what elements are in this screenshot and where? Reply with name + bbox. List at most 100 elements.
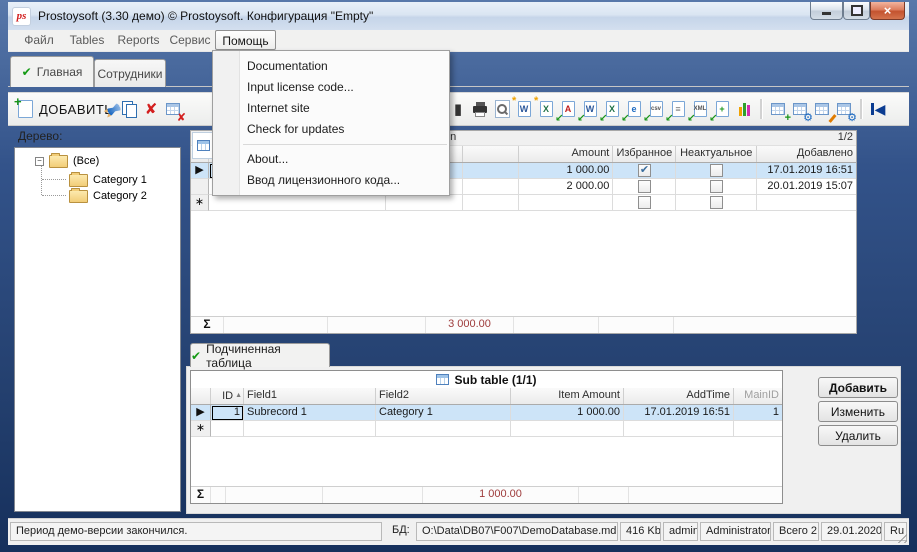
new-row[interactable]: ∗	[191, 421, 782, 437]
export-word-icon[interactable]: W↙	[581, 98, 599, 120]
table-config-icon[interactable]: ⚙	[835, 98, 853, 120]
first-record-icon[interactable]: ◀	[869, 98, 887, 120]
tree-node-root[interactable]: − (Все)	[35, 153, 99, 169]
header-addtime[interactable]: AddTime	[624, 388, 734, 404]
header-hidden-col3[interactable]	[463, 146, 519, 162]
menu-service[interactable]: Сервис	[165, 30, 215, 50]
menu-item-license-code-ru[interactable]: Ввод лицензионного кода...	[213, 170, 449, 191]
menu-tables[interactable]: Tables	[62, 30, 112, 50]
menu-item-documentation[interactable]: Documentation	[213, 56, 449, 77]
export-excel-icon[interactable]: X↙	[603, 98, 621, 120]
cell-favorite[interactable]	[613, 163, 676, 179]
cell-mainid[interactable]: 1	[734, 405, 782, 421]
cell-item-amount[interactable]: 1 000.00	[511, 405, 624, 421]
row-selector-cell[interactable]: ▶	[191, 163, 209, 179]
table-settings-icon[interactable]: ⚙	[791, 98, 809, 120]
header-favorite[interactable]: Избранное	[613, 146, 676, 162]
menu-help[interactable]: Помощь	[215, 30, 276, 50]
edit-table-icon[interactable]	[813, 98, 831, 120]
cell-field2[interactable]	[376, 421, 511, 437]
cell-added[interactable]	[757, 195, 856, 211]
export-csv-icon[interactable]: csv↙	[647, 98, 665, 120]
delete-table-icon[interactable]: ✘	[164, 98, 182, 120]
row-selector-cell[interactable]	[191, 179, 209, 195]
header-inactive[interactable]: Неактуальное	[676, 146, 757, 162]
favorite-checkbox[interactable]	[638, 180, 651, 193]
delete-record-icon[interactable]: ✘	[142, 98, 160, 120]
card-view-button[interactable]	[192, 132, 214, 159]
export-xml-icon[interactable]: XML↙	[691, 98, 709, 120]
tree-expander-icon[interactable]: −	[35, 157, 44, 166]
cell-inactive[interactable]	[676, 195, 757, 211]
cell-inactive[interactable]	[676, 179, 757, 195]
print-icon[interactable]	[471, 98, 489, 120]
inactive-checkbox[interactable]	[710, 164, 723, 177]
add-record-button[interactable]: ДОБАВИТЬ	[18, 96, 113, 122]
word-template-icon[interactable]: W*	[515, 98, 533, 120]
header-item-amount[interactable]: Item Amount	[511, 388, 624, 404]
export-html-icon[interactable]: e↙	[625, 98, 643, 120]
cell-item-amount[interactable]	[511, 421, 624, 437]
cell-field1[interactable]	[244, 421, 376, 437]
row-selector-cell[interactable]: ▶	[191, 405, 211, 421]
sub-edit-button[interactable]: Изменить	[818, 401, 898, 422]
close-button[interactable]: ×	[870, 2, 905, 20]
cell-addtime[interactable]: 17.01.2019 16:51	[624, 405, 734, 421]
new-row-selector[interactable]: ∗	[191, 421, 211, 437]
cell-field2[interactable]: Category 1	[376, 405, 511, 421]
export-pdf-icon[interactable]: A↙	[559, 98, 577, 120]
header-mainid[interactable]: MainID	[734, 388, 782, 404]
new-row[interactable]: ∗	[191, 195, 856, 211]
excel-template-icon[interactable]: X*	[537, 98, 555, 120]
category-tree[interactable]: − (Все) Category 1 Category 2	[14, 147, 181, 512]
add-table-icon[interactable]: +	[769, 98, 787, 120]
menu-item-input-license-code[interactable]: Input license code...	[213, 77, 449, 98]
sub-delete-button[interactable]: Удалить	[818, 425, 898, 446]
cell-id[interactable]	[211, 421, 244, 437]
cell-amount[interactable]: 1 000.00	[519, 163, 614, 179]
favorite-checkbox[interactable]	[638, 196, 651, 209]
tab-main[interactable]: ✔ Главная	[10, 56, 94, 87]
title-bar[interactable]: ps Prostoysoft (3.30 демо) © Prostoysoft…	[8, 2, 909, 30]
copy-record-icon[interactable]	[120, 98, 138, 120]
cell-hidden3[interactable]	[463, 179, 519, 195]
stamp-icon[interactable]: ▮	[449, 98, 467, 120]
cell-hidden3[interactable]	[463, 163, 519, 179]
cell-mainid[interactable]	[734, 421, 782, 437]
export-text-icon[interactable]: ≡↙	[669, 98, 687, 120]
menu-file[interactable]: Файл	[16, 30, 62, 50]
append-export-icon[interactable]: +↙	[713, 98, 731, 120]
menu-item-check-for-updates[interactable]: Check for updates	[213, 119, 449, 140]
menu-item-internet-site[interactable]: Internet site	[213, 98, 449, 119]
tree-node-category2[interactable]: Category 2	[69, 188, 147, 204]
cell-inactive[interactable]	[676, 163, 757, 179]
sub-table[interactable]: Sub table (1/1) ID▲ Field1 Field2 Item A…	[190, 370, 783, 504]
cell-hidden3[interactable]	[463, 195, 519, 211]
cell-hidden2[interactable]	[386, 195, 463, 211]
header-id[interactable]: ID▲	[211, 388, 244, 404]
cell-id[interactable]: 1	[211, 405, 244, 421]
cell-amount[interactable]	[519, 195, 614, 211]
inactive-checkbox[interactable]	[710, 196, 723, 209]
header-field2[interactable]: Field2	[376, 388, 511, 404]
cell-field1[interactable]: Subrecord 1	[244, 405, 376, 421]
print-preview-icon[interactable]	[493, 98, 511, 120]
inactive-checkbox[interactable]	[710, 180, 723, 193]
new-row-selector[interactable]: ∗	[191, 195, 209, 211]
cell-added[interactable]: 20.01.2019 15:07	[757, 179, 856, 195]
tab-staff[interactable]: Сотрудники	[94, 59, 166, 87]
minimize-button[interactable]	[810, 2, 843, 20]
cell-favorite[interactable]	[613, 195, 676, 211]
cell-addtime[interactable]	[624, 421, 734, 437]
cell-hidden1[interactable]	[209, 195, 386, 211]
chart-icon[interactable]	[735, 102, 753, 116]
header-amount[interactable]: Amount	[519, 146, 614, 162]
header-added[interactable]: Добавлено	[757, 146, 856, 162]
header-field1[interactable]: Field1	[244, 388, 376, 404]
restore-button[interactable]	[843, 2, 870, 20]
table-row[interactable]: ▶ 1 Subrecord 1 Category 1 1 000.00 17.0…	[191, 405, 782, 421]
sub-add-button[interactable]: Добавить	[818, 377, 898, 398]
sub-table-tab[interactable]: ✔ Подчиненная таблица	[190, 343, 330, 367]
menu-reports[interactable]: Reports	[112, 30, 165, 50]
tree-node-category1[interactable]: Category 1	[69, 172, 147, 188]
